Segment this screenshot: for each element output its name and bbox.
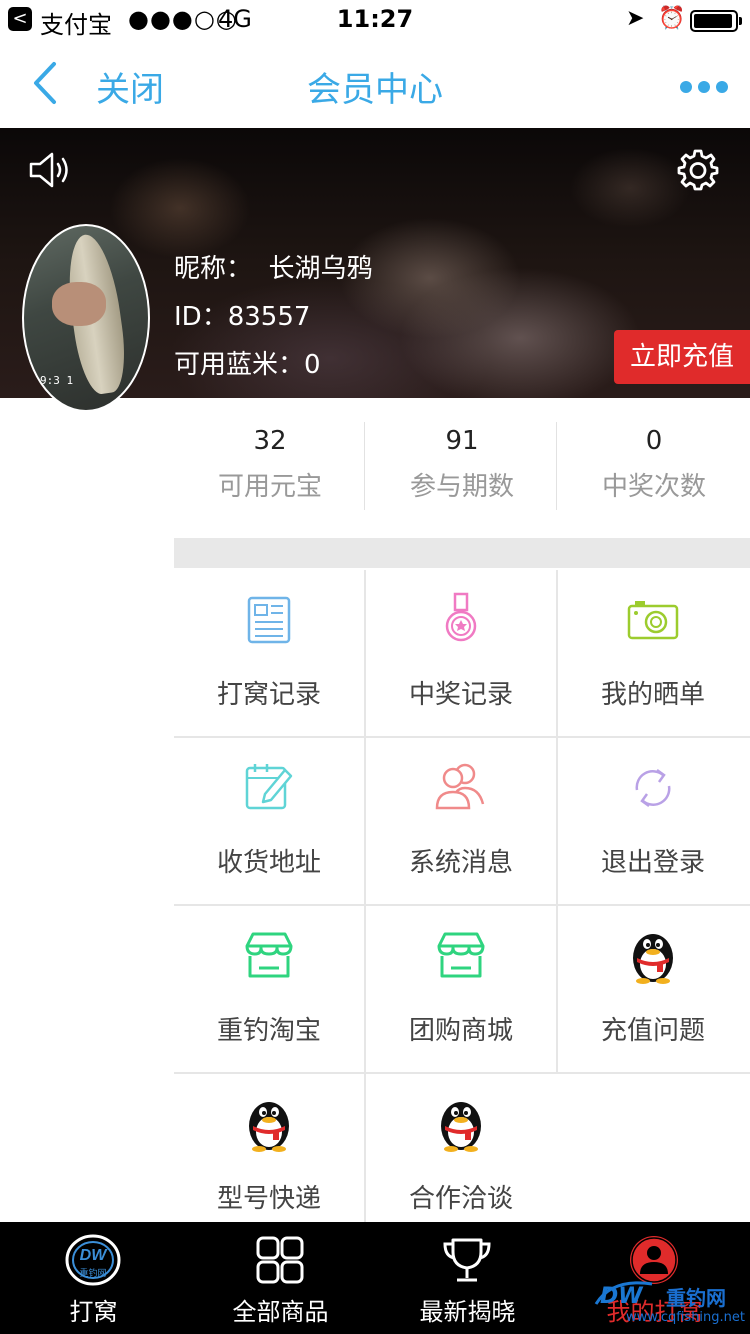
watermark-site-name: 重钓网 bbox=[666, 1286, 726, 1310]
menu-item-model-express[interactable]: 型号快递 bbox=[174, 1074, 364, 1240]
tab-dawo[interactable]: DW 重钓网 打窝 bbox=[0, 1222, 187, 1334]
status-bar: < 支付宝 ●●●○○ 4G 11:27 ➤ ⏰ bbox=[0, 0, 750, 40]
stat-wins[interactable]: 0 中奖次数 bbox=[558, 420, 750, 512]
watermark-url: www.cqfishing.net bbox=[626, 1310, 746, 1325]
divider bbox=[364, 422, 365, 510]
divider bbox=[556, 422, 557, 510]
menu-item-cooperation[interactable]: 合作洽谈 bbox=[366, 1074, 556, 1240]
qq-penguin-icon bbox=[633, 934, 673, 984]
menu-item-my-posts[interactable]: 我的晒单 bbox=[558, 570, 748, 736]
users-icon bbox=[435, 763, 485, 810]
menu-item-label: 团购商城 bbox=[408, 1016, 513, 1046]
grid-icon bbox=[256, 1236, 304, 1284]
stat-value: 0 bbox=[645, 426, 663, 456]
dw-logo-icon: DW 重钓网 bbox=[65, 1234, 121, 1286]
medal-icon bbox=[445, 592, 477, 642]
stat-label: 可用元宝 bbox=[217, 472, 322, 502]
nickname-label: 昵称： bbox=[174, 254, 253, 284]
more-icon[interactable] bbox=[680, 78, 734, 93]
location-icon: ➤ bbox=[626, 6, 645, 31]
stat-value: 91 bbox=[445, 426, 479, 456]
divider bbox=[174, 1072, 750, 1074]
tab-label: 打窝 bbox=[69, 1298, 118, 1326]
avatar[interactable]: 9:3 1 bbox=[22, 224, 150, 412]
balance-text: 可用蓝米：0 bbox=[174, 350, 321, 380]
menu-item-label: 中奖记录 bbox=[408, 680, 513, 710]
stat-periods[interactable]: 91 参与期数 bbox=[366, 420, 558, 512]
menu-item-system-messages[interactable]: 系统消息 bbox=[366, 738, 556, 904]
nickname-row: 昵称： 长湖乌鸦 bbox=[174, 248, 373, 285]
stat-value: 32 bbox=[253, 426, 287, 456]
menu-item-prize-records[interactable]: 中奖记录 bbox=[366, 570, 556, 736]
qq-penguin-icon bbox=[249, 1102, 289, 1152]
menu-item-fishing-records[interactable]: 打窝记录 bbox=[174, 570, 364, 736]
store-icon bbox=[437, 932, 485, 978]
menu-item-label: 充值问题 bbox=[600, 1016, 705, 1046]
tab-label: 最新揭晓 bbox=[419, 1298, 516, 1326]
stat-label: 中奖次数 bbox=[601, 472, 706, 502]
menu-item-label: 打窝记录 bbox=[216, 680, 321, 710]
menu-item-label: 系统消息 bbox=[408, 848, 513, 878]
menu-item-label: 合作洽谈 bbox=[408, 1184, 513, 1214]
menu-item-label: 重钓淘宝 bbox=[216, 1016, 321, 1046]
tab-label: 全部商品 bbox=[232, 1298, 329, 1326]
menu-item-recharge-help[interactable]: 充值问题 bbox=[558, 906, 748, 1072]
tab-all-products[interactable]: 全部商品 bbox=[187, 1222, 374, 1334]
alarm-icon: ⏰ bbox=[658, 6, 686, 31]
avatar-timestamp: 9:3 1 bbox=[40, 374, 74, 387]
menu-item-shipping-address[interactable]: 收货地址 bbox=[174, 738, 364, 904]
section-divider bbox=[174, 538, 750, 568]
recharge-button[interactable]: 立即充值 bbox=[614, 330, 750, 384]
qq-penguin-icon bbox=[441, 1102, 481, 1152]
speaker-icon[interactable] bbox=[28, 150, 74, 190]
stats-row: 32 可用元宝 91 参与期数 0 中奖次数 bbox=[174, 420, 750, 512]
camera-icon bbox=[627, 601, 679, 640]
menu-item-label: 型号快递 bbox=[216, 1184, 321, 1214]
page-title: 会员中心 bbox=[307, 70, 443, 110]
edit-calendar-icon bbox=[245, 764, 293, 810]
site-watermark: DW 重钓网 www.cqfishing.net bbox=[590, 1270, 750, 1334]
document-icon bbox=[247, 596, 291, 644]
tab-latest-results[interactable]: 最新揭晓 bbox=[374, 1222, 561, 1334]
stat-ingots[interactable]: 32 可用元宝 bbox=[174, 420, 366, 512]
watermark-logo: DW bbox=[600, 1284, 643, 1309]
menu-item-label: 退出登录 bbox=[600, 848, 705, 878]
svg-text:DW: DW bbox=[80, 1247, 109, 1264]
divider bbox=[556, 570, 558, 1074]
nav-bar: 关闭 会员中心 bbox=[0, 40, 750, 128]
divider bbox=[364, 570, 366, 1230]
svg-text:重钓网: 重钓网 bbox=[79, 1267, 106, 1279]
trophy-icon bbox=[443, 1238, 491, 1282]
menu-item-label: 收货地址 bbox=[216, 848, 321, 878]
menu-item-label: 我的晒单 bbox=[600, 680, 705, 710]
stat-label: 参与期数 bbox=[409, 472, 514, 502]
menu-item-logout[interactable]: 退出登录 bbox=[558, 738, 748, 904]
divider bbox=[174, 904, 750, 906]
nickname-value: 长湖乌鸦 bbox=[268, 254, 373, 284]
refresh-icon bbox=[635, 768, 671, 808]
menu-item-taobao[interactable]: 重钓淘宝 bbox=[174, 906, 364, 1072]
store-icon bbox=[245, 932, 293, 978]
battery-icon bbox=[690, 10, 742, 32]
divider bbox=[174, 736, 750, 738]
settings-gear-icon[interactable] bbox=[676, 148, 720, 192]
menu-item-group-buy[interactable]: 团购商城 bbox=[366, 906, 556, 1072]
user-id: ID：83557 bbox=[174, 302, 311, 332]
